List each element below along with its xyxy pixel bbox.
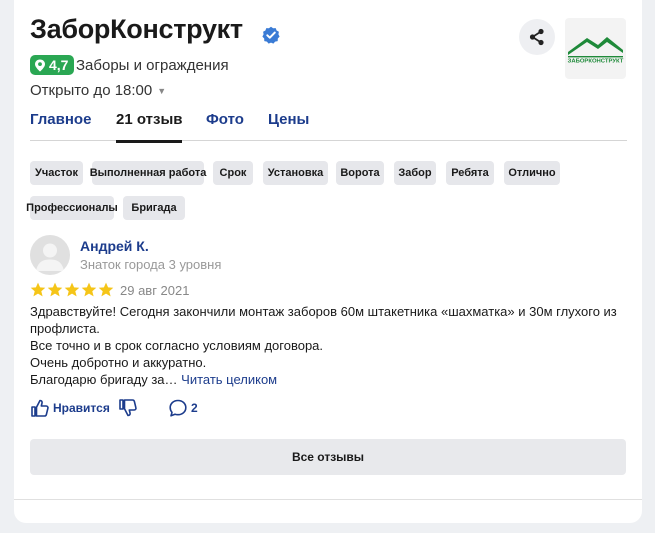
star-icon <box>47 282 63 297</box>
tag-chip[interactable]: Профессионалы <box>26 196 118 220</box>
tab-prices[interactable]: Цены <box>268 111 309 141</box>
review-text-truncated: Благодарю бригаду за… <box>30 372 178 387</box>
review-text-line: Очень добротно и аккуратно. <box>30 355 207 370</box>
author-name[interactable]: Андрей К. <box>80 238 149 254</box>
tag-chip[interactable]: Установка <box>263 161 328 185</box>
org-category[interactable]: Заборы и ограждения <box>76 57 229 74</box>
star-icon <box>30 282 46 297</box>
review-text-line: Здравствуйте! Сегодня закончили монтаж з… <box>30 304 617 319</box>
review-text-line-last: Благодарю бригаду за… Читать целиком <box>30 371 630 388</box>
review-text-line: профлиста. <box>30 321 100 336</box>
tag-chip[interactable]: Ворота <box>336 161 384 185</box>
tag-chip[interactable]: Срок <box>213 161 253 185</box>
star-icon <box>98 282 114 297</box>
read-more-link[interactable]: Читать целиком <box>181 372 277 387</box>
review-date: 29 авг 2021 <box>120 283 190 298</box>
like-button[interactable]: Нравится <box>30 398 110 418</box>
thumbs-down-icon <box>119 399 137 417</box>
comments-button[interactable]: 2 <box>168 398 198 418</box>
working-hours[interactable]: Открыто до 18:00 ▼ <box>30 82 166 99</box>
thumbs-up-icon <box>31 399 49 417</box>
tab-reviews[interactable]: 21 отзыв <box>116 111 183 143</box>
tag-chip[interactable]: Забор <box>394 161 436 185</box>
organization-card: ЗаборКонструкт 4,7 Заборы и ограждения О… <box>14 0 642 523</box>
share-icon <box>529 28 544 46</box>
org-logo[interactable]: ЗАБОРКОНСТРУКТ <box>565 18 626 79</box>
review-text-line: Все точно и в срок согласно условиям дог… <box>30 338 324 353</box>
hours-text: Открыто до 18:00 <box>30 82 153 99</box>
comments-count: 2 <box>191 401 198 415</box>
like-label: Нравится <box>53 401 110 415</box>
org-title: ЗаборКонструкт <box>30 14 243 44</box>
rating-value: 4,7 <box>49 57 69 73</box>
author-avatar[interactable] <box>30 235 70 275</box>
tag-chip[interactable]: Отлично <box>504 161 560 185</box>
chevron-down-icon: ▼ <box>157 85 167 96</box>
logo-wordmark: ЗАБОРКОНСТРУКТ <box>568 59 624 65</box>
star-icon <box>81 282 97 297</box>
rating-badge: 4,7 <box>30 55 75 75</box>
tab-photos[interactable]: Фото <box>206 111 244 141</box>
comment-bubble-icon <box>169 399 187 417</box>
tag-chip[interactable]: Ребята <box>446 161 494 185</box>
author-level: Знаток города 3 уровня <box>80 257 222 272</box>
review-stars <box>30 282 114 298</box>
map-pin-icon <box>35 59 45 71</box>
divider <box>14 499 642 500</box>
tag-chip[interactable]: Выполненная работа <box>90 161 206 185</box>
tag-chip[interactable]: Бригада <box>123 196 185 220</box>
tab-main[interactable]: Главное <box>30 111 91 141</box>
verified-check-icon <box>262 26 280 44</box>
tab-bar: Главное 21 отзыв Фото Цены <box>30 111 627 143</box>
share-button[interactable] <box>519 19 555 55</box>
tag-chip[interactable]: Участок <box>30 161 83 185</box>
dislike-button[interactable] <box>118 398 138 418</box>
all-reviews-button[interactable]: Все отзывы <box>30 439 626 475</box>
review-text: Здравствуйте! Сегодня закончили монтаж з… <box>30 303 630 388</box>
star-icon <box>64 282 80 297</box>
